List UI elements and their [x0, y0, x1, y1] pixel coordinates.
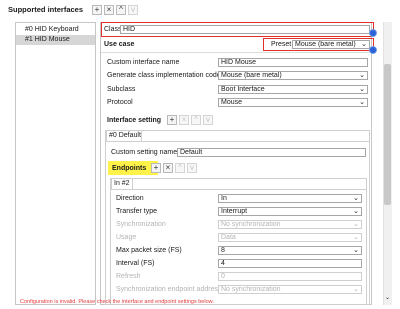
custom-interface-name-label: Custom interface name [107, 59, 180, 66]
move-down-button[interactable]: v [128, 5, 138, 15]
endpoint-field-label: Refresh [116, 273, 141, 280]
move-up-button[interactable]: ^ [116, 5, 126, 15]
add-setting-button[interactable]: + [167, 115, 177, 125]
interface-list: #0 HID Keyboard #1 HID Mouse [15, 22, 96, 305]
endpoint-field-select[interactable]: No synchronization ⌄ [218, 220, 362, 229]
tab-in-2[interactable]: In #2 [111, 178, 133, 189]
chevron-down-icon: ⌄ [353, 195, 359, 202]
protocol-select[interactable]: Mouse ⌄ [218, 98, 368, 107]
endpoint-field-label: Direction [116, 195, 144, 202]
endpoints-title: Endpoints [112, 165, 147, 172]
interface-item-keyboard[interactable]: #0 HID Keyboard [16, 25, 95, 35]
chevron-down-icon: ⌄ [353, 286, 359, 293]
chevron-down-icon: ⌄ [353, 208, 359, 215]
endpoint-field-select[interactable]: No synchronization ⌄ [218, 285, 362, 294]
endpoint-down-button[interactable]: v [187, 163, 197, 173]
class-highlight-box [101, 22, 374, 37]
interface-setting-title: Interface setting [107, 117, 162, 124]
remove-endpoint-button[interactable]: × [163, 163, 173, 173]
subclass-value: Boot Interface [221, 86, 265, 93]
endpoint-field-input[interactable]: 0 [218, 272, 362, 281]
endpoint-field-value: In [221, 195, 227, 202]
endpoint-field-label: Synchronization [116, 221, 166, 228]
custom-interface-name-input[interactable]: HID Mouse [218, 58, 368, 67]
endpoint-field-label: Transfer type [116, 208, 157, 215]
endpoint-field-input[interactable]: 4 [218, 259, 362, 268]
protocol-label: Protocol [107, 99, 133, 106]
endpoint-field-select[interactable]: In ⌄ [218, 194, 362, 203]
endpoint-field-label: Max packet size (FS) [116, 247, 182, 254]
endpoint-field-select[interactable]: 8 ⌄ [218, 246, 362, 255]
endpoint-field-label: Synchronization endpoint address [116, 286, 222, 293]
remove-interface-button[interactable]: × [104, 5, 114, 15]
chevron-down-icon: ⌄ [353, 247, 359, 254]
tab-default[interactable]: #0 Default [106, 130, 142, 141]
custom-setting-name-label: Custom setting name [111, 149, 178, 156]
preset-highlight-box [263, 38, 374, 51]
chevron-down-icon: ⌄ [359, 99, 365, 106]
endpoint-field-label: Usage [116, 234, 137, 241]
divider [101, 52, 370, 53]
chevron-down-icon: ⌄ [359, 86, 365, 93]
add-endpoint-button[interactable]: + [151, 163, 161, 173]
setting-down-button[interactable]: v [203, 115, 213, 125]
generate-class-code-select[interactable]: Mouse (bare metal) ⌄ [218, 71, 368, 80]
endpoint-up-button[interactable]: ^ [175, 163, 185, 173]
remove-setting-button[interactable]: × [179, 115, 189, 125]
interface-item-mouse[interactable]: #1 HID Mouse [16, 35, 95, 45]
generate-class-code-label: Generate class implementation code [107, 72, 221, 79]
setting-up-button[interactable]: ^ [191, 115, 201, 125]
endpoint-field-value: Interrupt [221, 208, 248, 215]
subclass-label: Subclass [107, 86, 136, 93]
endpoint-field-select[interactable]: Interrupt ⌄ [218, 207, 362, 216]
warning-text: Configuration is invalid. Please check t… [20, 299, 214, 305]
scroll-down-icon[interactable]: ⌄ [384, 294, 391, 301]
supported-interfaces-title: Supported interfaces [8, 5, 84, 14]
add-interface-button[interactable]: + [92, 5, 102, 15]
scrollbar-thumb[interactable] [384, 64, 391, 205]
chevron-down-icon: ⌄ [353, 234, 359, 241]
generate-class-code-value: Mouse (bare metal) [221, 72, 282, 79]
endpoint-field-value: No synchronization [221, 286, 281, 293]
endpoint-field-label: Interval (FS) [116, 260, 155, 267]
endpoint-field-select[interactable]: Data ⌄ [218, 233, 362, 242]
use-case-title: Use case [104, 41, 135, 48]
divider [111, 189, 366, 190]
endpoint-field-value: 8 [221, 247, 225, 254]
chevron-down-icon: ⌄ [353, 221, 359, 228]
divider [106, 141, 369, 142]
custom-setting-name-input[interactable]: Default [177, 148, 366, 157]
cursor-indicator-icon [369, 46, 377, 54]
chevron-down-icon: ⌄ [359, 72, 365, 79]
cursor-indicator-icon [369, 29, 377, 37]
protocol-value: Mouse [221, 99, 243, 106]
endpoint-field-value: No synchronization [221, 221, 281, 228]
endpoint-field-value: Data [221, 234, 236, 241]
subclass-select[interactable]: Boot Interface ⌄ [218, 85, 368, 94]
